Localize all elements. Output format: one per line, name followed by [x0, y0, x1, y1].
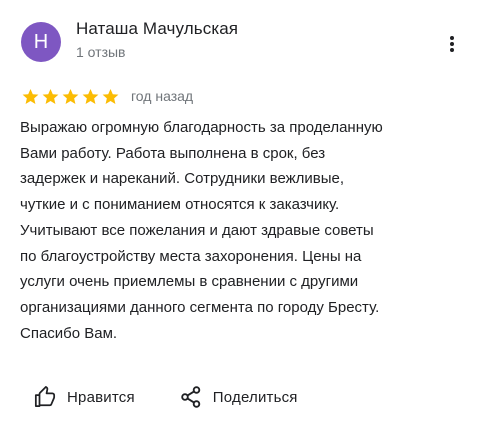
star-rating	[21, 87, 120, 106]
share-button[interactable]: Поделиться	[180, 386, 298, 408]
author-name[interactable]: Наташа Мачульская	[76, 19, 238, 39]
star-icon	[22, 88, 39, 104]
like-button[interactable]: Нравится	[34, 386, 135, 408]
avatar-initial: Н	[33, 30, 49, 53]
share-icon	[180, 386, 202, 408]
star-icon	[62, 88, 79, 104]
star-icon	[102, 88, 119, 104]
review-actions: Нравится Поделиться	[34, 382, 298, 412]
avatar[interactable]: Н	[21, 22, 61, 62]
star-icon	[42, 88, 59, 104]
star-icon	[82, 88, 99, 104]
more-vert-icon	[450, 36, 454, 52]
author-reviews-count: 1 отзыв	[76, 44, 126, 60]
review-card: Н Наташа Мачульская 1 отзыв год назад Вы…	[0, 0, 490, 431]
like-label: Нравится	[67, 388, 135, 406]
share-label: Поделиться	[212, 388, 298, 406]
more-options-button[interactable]	[438, 30, 466, 58]
rating-row: год назад	[21, 85, 193, 107]
review-text: Выражаю огромную благодарность за продел…	[20, 119, 383, 342]
thumb-up-icon	[34, 386, 56, 408]
review-date: год назад	[131, 88, 194, 104]
